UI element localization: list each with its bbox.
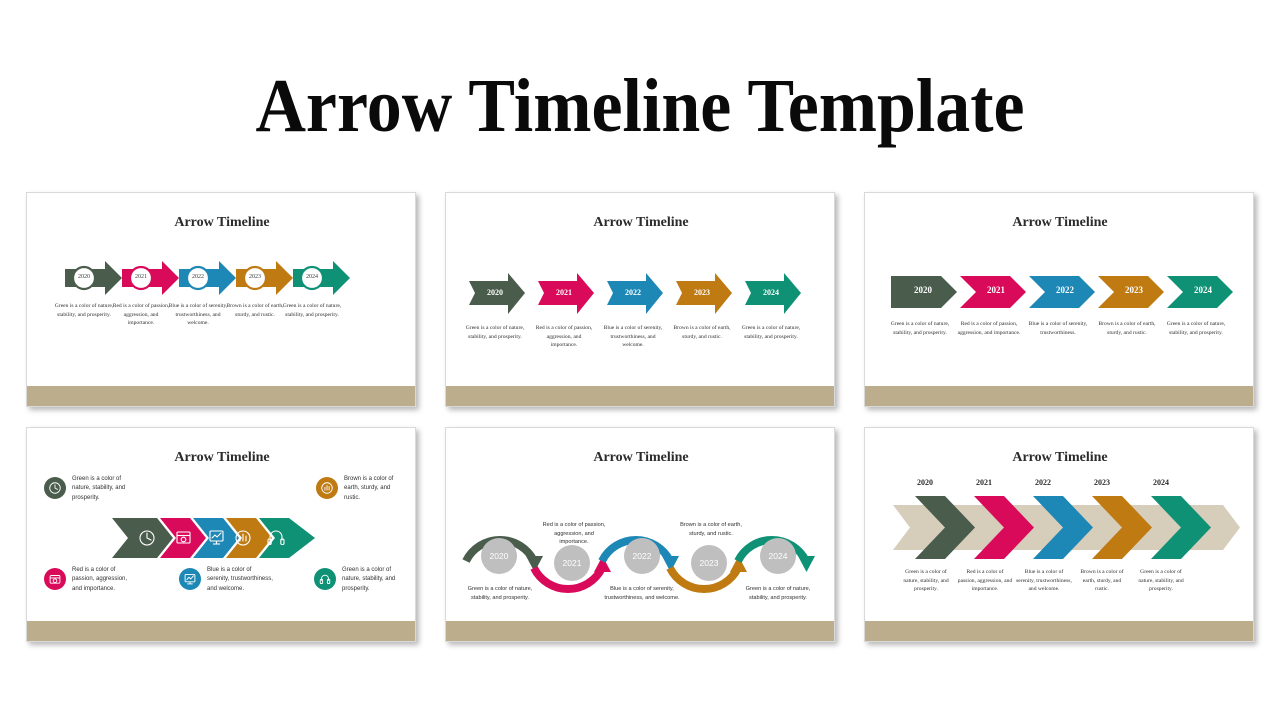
slide-card-5[interactable]: Arrow Timeline 2020 2021 2022 2023 2024 … xyxy=(445,427,835,642)
slide-footer-band xyxy=(27,386,415,406)
badge-icon-growth xyxy=(316,477,338,499)
year-circle-2023: 2023 xyxy=(691,545,727,581)
caption-2: Red is a color of passion, aggression, a… xyxy=(112,303,170,327)
badge-icon-presentation xyxy=(179,568,201,590)
slide2-arrow-row xyxy=(469,273,801,314)
year-label-2024: 2024 xyxy=(763,288,779,297)
slide-card-1[interactable]: Arrow Timeline 2020 2021 2022 2023 2024 … xyxy=(26,192,416,407)
caption-3: Blue is a color of serenity, trustworthi… xyxy=(1016,569,1072,593)
caption-2: Red is a color of passion, aggression, a… xyxy=(535,325,593,349)
caption-2: Red is a color of passion, aggression, a… xyxy=(957,569,1013,593)
slide-card-2[interactable]: Arrow Timeline 2020 2021 2022 2023 2024 … xyxy=(445,192,835,407)
year-label-2022: 2022 xyxy=(625,288,641,297)
presentation-chart-icon xyxy=(184,573,196,585)
clock-icon xyxy=(49,482,61,494)
slide-card-4[interactable]: Arrow Timeline Green is a color of natur… xyxy=(26,427,416,642)
badge-icon-camera xyxy=(44,568,66,590)
year-circle-2022: 2022 xyxy=(624,538,660,574)
year-circle-2024: 2024 xyxy=(760,538,796,574)
caption-1: Green is a color of nature, stability, a… xyxy=(467,586,533,601)
year-label-2020: 2020 xyxy=(917,478,933,487)
icon-arrow-2020 xyxy=(112,518,173,558)
slide-footer-band xyxy=(27,621,415,641)
year-label-2021: 2021 xyxy=(135,274,147,280)
caption-4: Brown is a color of earth, sturdy, and r… xyxy=(673,325,731,340)
year-label-2023: 2023 xyxy=(694,288,710,297)
slide4-arrow-chain xyxy=(112,518,315,558)
slide-title: Arrow Timeline xyxy=(1012,215,1108,230)
caption-3: Blue is a color of serenity, trustworthi… xyxy=(603,325,663,349)
caption-4: Brown is a color of earth, sturdy, and r… xyxy=(1098,321,1156,336)
badge-caption-1: Green is a color of nature, stability, a… xyxy=(72,476,126,501)
caption-2: Red is a color of passion, aggression, a… xyxy=(957,321,1021,336)
badge-caption-5: Green is a color of nature, stability, a… xyxy=(342,567,396,592)
slide-title: Arrow Timeline xyxy=(174,450,270,465)
year-label-2021: 2021 xyxy=(987,285,1005,295)
headset-icon xyxy=(319,574,331,585)
slide-footer-band xyxy=(446,386,834,406)
year-label-2022: 2022 xyxy=(1035,478,1051,487)
caption-5: Green is a color of nature, stability, a… xyxy=(1138,569,1184,593)
caption-5: Green is a color of nature, stability, a… xyxy=(1166,321,1226,336)
badge-icon-clock xyxy=(44,477,66,499)
year-circle-2021: 2021 xyxy=(554,545,590,581)
year-label-2023: 2023 xyxy=(1094,478,1110,487)
growth-pie-icon xyxy=(321,482,333,494)
year-label-2020: 2020 xyxy=(914,285,932,295)
caption-5: Green is a color of nature, stability, a… xyxy=(741,325,801,340)
slide-card-6[interactable]: Arrow Timeline 2020 2021 2022 2023 2024 … xyxy=(864,427,1254,642)
year-label-2021: 2021 xyxy=(556,288,572,297)
slide-card-3[interactable]: Arrow Timeline 2020 2021 2022 2023 2024 … xyxy=(864,192,1254,407)
slide-title: Arrow Timeline xyxy=(1012,450,1108,465)
caption-3: Blue is a color of serenity, trustworthi… xyxy=(168,303,228,327)
year-label-2020: 2020 xyxy=(78,274,90,280)
year-label-2022: 2022 xyxy=(1056,285,1074,295)
slide-title: Arrow Timeline xyxy=(593,450,689,465)
year-label-2020: 2020 xyxy=(487,288,503,297)
caption-1: Green is a color of nature, stability, a… xyxy=(54,303,114,318)
year-label-2022: 2022 xyxy=(192,274,204,280)
slide-footer-band xyxy=(446,621,834,641)
year-label-2023: 2023 xyxy=(1125,285,1143,295)
caption-5: Green is a color of nature, stability, a… xyxy=(282,303,342,318)
caption-3: Blue is a color of serenity, trustworthi… xyxy=(604,586,680,601)
caption-3: Blue is a color of serenity, trustworthi… xyxy=(1028,321,1088,336)
year-label-2024: 2024 xyxy=(1194,285,1212,295)
badge-caption-2: Red is a color of passion, aggression, a… xyxy=(72,567,128,592)
slide-title: Arrow Timeline xyxy=(174,215,270,230)
caption-1: Green is a color of nature, stability, a… xyxy=(465,325,525,340)
caption-4: Brown is a color of earth, sturdy, and r… xyxy=(226,303,284,318)
caption-5: Green is a color of nature, stability, a… xyxy=(745,586,811,601)
slide-title: Arrow Timeline xyxy=(593,215,689,230)
year-label-2021: 2021 xyxy=(976,478,992,487)
camera-calendar-icon xyxy=(49,575,61,584)
page-title: Arrow Timeline Template xyxy=(255,64,1025,148)
slide-footer-band xyxy=(865,621,1253,641)
year-circle-2020: 2020 xyxy=(481,538,517,574)
year-label-2024: 2024 xyxy=(306,274,318,280)
caption-2: Red is a color of passion, aggression, a… xyxy=(542,522,606,546)
caption-1: Green is a color of nature, stability, a… xyxy=(890,321,950,336)
year-label-2024: 2024 xyxy=(1153,478,1169,487)
slide6-chevron-band xyxy=(893,496,1240,559)
badge-icon-headset xyxy=(314,568,336,590)
year-label-2023: 2023 xyxy=(249,274,261,280)
caption-4: Brown is a color of earth, sturdy, and r… xyxy=(680,522,742,537)
caption-1: Green is a color of nature, stability, a… xyxy=(903,569,949,593)
caption-4: Brown is a color of earth, sturdy, and r… xyxy=(1080,569,1124,593)
badge-caption-4: Brown is a color of earth, sturdy, and r… xyxy=(344,476,394,501)
badge-caption-3: Blue is a color of serenity, trustworthi… xyxy=(207,567,273,592)
slide-footer-band xyxy=(865,386,1253,406)
